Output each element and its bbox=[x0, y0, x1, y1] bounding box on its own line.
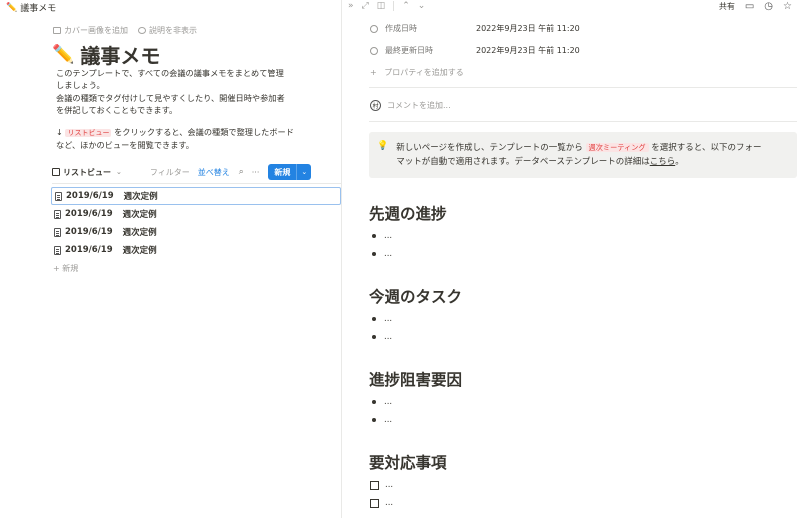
history-icon[interactable]: ◷ bbox=[764, 1, 773, 12]
chevron-down-icon: ⌄ bbox=[116, 168, 122, 176]
bullet-icon bbox=[372, 252, 376, 256]
checkbox[interactable] bbox=[370, 498, 379, 508]
comment-placeholder: コメントを追加... bbox=[387, 101, 451, 110]
clock-icon bbox=[370, 46, 378, 55]
bullet-item[interactable]: ... bbox=[372, 397, 392, 407]
list-item[interactable]: 2019/6/19 週次定例 bbox=[51, 223, 341, 241]
callout-block[interactable]: 💡 新しいページを作成し、テンプレートの一覧から 週次ミーティング を選択すると… bbox=[369, 132, 797, 178]
property-created-time[interactable]: 作成日時 2022年9月23日 午前 11:20 bbox=[370, 23, 580, 34]
filter-button[interactable]: フィルター bbox=[150, 167, 190, 178]
page-title-text[interactable]: 議事メモ bbox=[80, 40, 160, 69]
peek-actions: 共有 ▭ ◷ ☆ bbox=[719, 1, 792, 12]
new-button-group: 新規 ⌄ bbox=[268, 164, 312, 180]
bullet-icon bbox=[372, 418, 376, 422]
chevron-up-icon[interactable]: ⌃ bbox=[402, 1, 410, 11]
list-item[interactable]: 2019/6/19 週次定例 bbox=[51, 187, 341, 205]
view-selector[interactable]: リストビュー ⌄ bbox=[52, 167, 122, 178]
pencil-icon: ✏️ bbox=[6, 2, 18, 13]
section-heading[interactable]: 今週のタスク bbox=[369, 285, 462, 307]
page-breadcrumb[interactable]: ✏️ 議事メモ bbox=[6, 1, 57, 15]
page-controls: カバー画像を追加 説明を非表示 bbox=[53, 25, 197, 36]
bullet-icon bbox=[372, 317, 376, 321]
bullet-icon bbox=[372, 400, 376, 404]
view-hint: ↓ リストビュー をクリックすると、会議の種類で整理したボード など、ほかのビュ… bbox=[56, 127, 294, 151]
list-item[interactable]: 2019/6/19 週次定例 bbox=[51, 205, 341, 223]
list-view-icon bbox=[52, 168, 60, 176]
page-peek-pane: » ⤢ ◫ ⌃ ⌄ 共有 ▭ ◷ ☆ 作成日時 2022年9月23日 午前 11… bbox=[342, 0, 800, 518]
plus-icon: + bbox=[370, 68, 377, 77]
chevron-down-icon[interactable]: ⌄ bbox=[296, 164, 312, 180]
close-peek-icon[interactable]: » bbox=[348, 1, 354, 11]
side-peek-icon[interactable]: ◫ bbox=[377, 1, 386, 11]
comment-icon[interactable]: ▭ bbox=[745, 1, 754, 12]
lightbulb-icon: 💡 bbox=[377, 141, 389, 151]
share-button[interactable]: 共有 bbox=[719, 1, 735, 12]
more-icon[interactable]: ··· bbox=[252, 168, 260, 177]
bullet-item[interactable]: ... bbox=[372, 249, 392, 259]
hide-description-button[interactable]: 説明を非表示 bbox=[138, 25, 197, 36]
page-title: ✏️ 議事メモ bbox=[52, 40, 160, 69]
checkbox[interactable] bbox=[370, 480, 379, 490]
view-toolbar: リストビュー ⌄ フィルター 並べ替え ⌕ ··· 新規 ⌄ bbox=[52, 162, 338, 182]
page-icon bbox=[54, 245, 61, 255]
bullet-icon bbox=[372, 335, 376, 339]
database-pane: ✏️ 議事メモ カバー画像を追加 説明を非表示 ✏️ 議事メモ このテンプレート… bbox=[0, 0, 341, 518]
breadcrumb-title: 議事メモ bbox=[20, 4, 57, 14]
search-icon[interactable]: ⌕ bbox=[239, 167, 244, 177]
bullet-icon bbox=[372, 234, 376, 238]
pencil-icon[interactable]: ✏️ bbox=[52, 44, 74, 65]
plus-icon: + bbox=[53, 264, 60, 273]
callout-tag: 週次ミーティング bbox=[585, 143, 649, 152]
divider bbox=[369, 87, 797, 88]
divider bbox=[52, 183, 341, 184]
callout-link[interactable]: こちら bbox=[650, 157, 676, 167]
chevron-down-icon[interactable]: ⌄ bbox=[418, 1, 426, 11]
add-new-row-button[interactable]: + 新規 bbox=[53, 263, 78, 274]
sort-button[interactable]: 並べ替え bbox=[198, 167, 230, 178]
todo-item[interactable]: ... bbox=[370, 480, 393, 490]
bullet-item[interactable]: ... bbox=[372, 332, 392, 342]
bullet-item[interactable]: ... bbox=[372, 231, 392, 241]
todo-item[interactable]: ... bbox=[370, 498, 393, 508]
add-cover-button[interactable]: カバー画像を追加 bbox=[53, 25, 128, 36]
page-icon bbox=[54, 227, 61, 237]
divider bbox=[369, 121, 797, 122]
arrow-down-icon: ↓ bbox=[56, 127, 63, 137]
section-heading[interactable]: 先週の進捗 bbox=[369, 202, 447, 224]
page-description: このテンプレートで、すべての会議の議事メモをまとめて管理 しましょう。 会議の種… bbox=[56, 68, 285, 115]
avatar: 村 bbox=[370, 100, 381, 111]
page-icon bbox=[55, 191, 62, 201]
comment-input[interactable]: 村 コメントを追加... bbox=[370, 100, 451, 111]
property-last-edited[interactable]: 最終更新日時 2022年9月23日 午前 11:20 bbox=[370, 45, 580, 56]
star-icon[interactable]: ☆ bbox=[783, 1, 792, 12]
list-item[interactable]: 2019/6/19 週次定例 bbox=[51, 241, 341, 259]
hint-tag: リストビュー bbox=[65, 129, 112, 137]
info-icon bbox=[138, 27, 146, 34]
add-property-button[interactable]: + プロパティを追加する bbox=[370, 67, 464, 78]
bullet-item[interactable]: ... bbox=[372, 415, 392, 425]
expand-icon[interactable]: ⤢ bbox=[362, 1, 369, 11]
record-list: 2019/6/19 週次定例 2019/6/19 週次定例 2019/6/19 … bbox=[51, 187, 341, 259]
new-button[interactable]: 新規 bbox=[268, 164, 297, 180]
callout-text: 新しいページを作成し、テンプレートの一覧から 週次ミーティング を選択すると、以… bbox=[396, 143, 762, 167]
section-heading[interactable]: 要対応事項 bbox=[369, 451, 447, 473]
section-heading[interactable]: 進捗阻害要因 bbox=[369, 368, 462, 390]
bullet-item[interactable]: ... bbox=[372, 314, 392, 324]
clock-icon bbox=[370, 24, 378, 33]
peek-nav: » ⤢ ◫ ⌃ ⌄ bbox=[348, 1, 425, 11]
page-icon bbox=[54, 209, 61, 219]
image-icon bbox=[53, 27, 61, 34]
